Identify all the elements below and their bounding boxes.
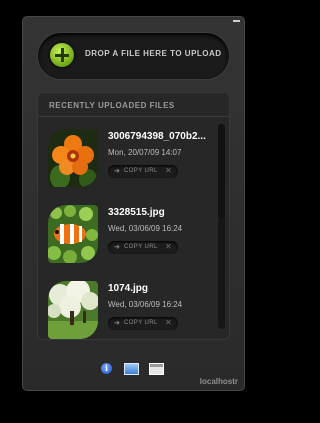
app-window: DROP A FILE HERE TO UPLOAD RECENTLY UPLO… xyxy=(22,16,245,391)
file-thumbnail[interactable] xyxy=(48,205,98,263)
copy-url-button[interactable]: ➔ COPY URL ✕ xyxy=(108,317,178,330)
file-date: Mon, 20/07/09 14:07 xyxy=(108,148,182,157)
file-date: Wed, 03/06/09 16:24 xyxy=(108,224,183,233)
delete-icon[interactable]: ✕ xyxy=(165,242,172,251)
image-icon[interactable] xyxy=(124,363,139,375)
arrow-right-icon: ➔ xyxy=(114,168,120,175)
scrollbar-track[interactable] xyxy=(218,124,225,329)
upload-drop-zone[interactable]: DROP A FILE HERE TO UPLOAD xyxy=(37,32,230,80)
file-name[interactable]: 1074.jpg xyxy=(108,283,218,294)
file-name[interactable]: 3006794398_070b2... xyxy=(108,131,218,142)
minimize-icon[interactable] xyxy=(233,20,240,22)
arrow-right-icon: ➔ xyxy=(114,244,120,251)
copy-url-button[interactable]: ➔ COPY URL ✕ xyxy=(108,165,178,178)
file-thumbnail[interactable] xyxy=(48,129,98,187)
delete-icon[interactable]: ✕ xyxy=(165,318,172,327)
file-item[interactable]: 1074.jpg Wed, 03/06/09 16:24 ➔ COPY URL … xyxy=(48,281,218,345)
arrow-right-icon: ➔ xyxy=(114,320,120,327)
recent-files-panel: RECENTLY UPLOADED FILES 3006794398_070b2… xyxy=(37,92,230,340)
file-thumbnail[interactable] xyxy=(48,281,98,339)
info-icon[interactable]: i xyxy=(101,363,112,374)
file-item[interactable]: 3328515.jpg Wed, 03/06/09 16:24 ➔ COPY U… xyxy=(48,205,218,269)
add-file-icon[interactable] xyxy=(50,43,74,67)
footer-toolbar: i xyxy=(23,362,244,376)
file-date: Wed, 03/06/09 16:24 xyxy=(108,300,183,309)
copy-url-label: COPY URL xyxy=(124,168,158,174)
copy-url-label: COPY URL xyxy=(124,244,158,250)
copy-url-button[interactable]: ➔ COPY URL ✕ xyxy=(108,241,178,254)
drop-zone-label: DROP A FILE HERE TO UPLOAD xyxy=(85,49,222,58)
file-name[interactable]: 3328515.jpg xyxy=(108,207,218,218)
file-item[interactable]: 3006794398_070b2... Mon, 20/07/09 14:07 … xyxy=(48,129,218,193)
scrollbar-thumb[interactable] xyxy=(218,124,225,219)
copy-url-label: COPY URL xyxy=(124,320,158,326)
recent-files-title: RECENTLY UPLOADED FILES xyxy=(49,101,175,110)
brand-logo: localhostr xyxy=(199,377,238,386)
divider xyxy=(38,116,229,117)
window-icon[interactable] xyxy=(149,363,164,375)
delete-icon[interactable]: ✕ xyxy=(165,166,172,175)
